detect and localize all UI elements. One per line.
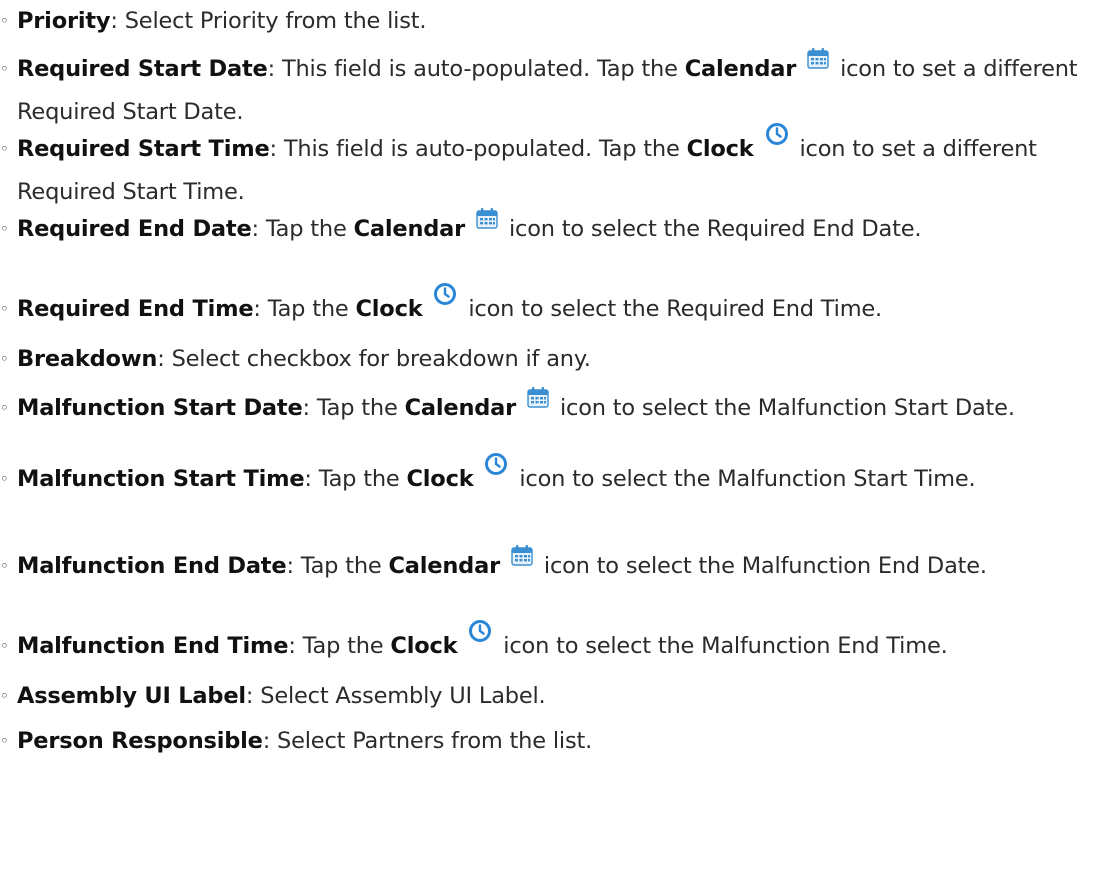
list-item: ◦ Malfunction Start Date: Tap the Calenda… xyxy=(0,387,1117,430)
list-item: ◦ Priority: Select Priority from the list… xyxy=(0,0,1117,43)
clock-icon xyxy=(765,118,789,145)
description-text: : Select Assembly UI Label. xyxy=(245,683,546,709)
list-item-text: Breakdown: Select checkbox for breakdown… xyxy=(0,338,1117,381)
control-name: Clock xyxy=(406,466,474,492)
list-item: ◦ Required End Date: Tap the Calendar ico… xyxy=(0,208,1117,251)
bullet-marker: ◦ xyxy=(0,399,9,417)
calendar-icon xyxy=(527,380,549,408)
field-term: Malfunction Start Time xyxy=(17,466,305,492)
description-text: : Tap the xyxy=(251,216,354,242)
control-name: Clock xyxy=(686,136,754,162)
bullet-marker: ◦ xyxy=(0,732,9,750)
description-text: : Tap the xyxy=(286,553,389,579)
field-term: Person Responsible xyxy=(17,728,263,754)
field-term: Malfunction End Date xyxy=(17,553,287,579)
bullet-marker: ◦ xyxy=(0,220,9,238)
field-term: Required Start Time xyxy=(17,136,270,162)
field-term: Malfunction End Time xyxy=(17,633,289,659)
description-text: : This field is auto-populated. Tap the xyxy=(269,136,687,162)
field-term: Required End Date xyxy=(17,216,252,242)
description-text: icon to select the Malfunction End Date. xyxy=(536,553,987,579)
list-item: ◦ Malfunction Start Time: Tap the Clock i… xyxy=(0,453,1117,501)
field-term: Malfunction Start Date xyxy=(17,395,303,421)
list-item-text: Assembly UI Label: Select Assembly UI La… xyxy=(0,675,1117,718)
list-item-text: Required End Date: Tap the Calendar icon… xyxy=(0,208,1117,251)
list-item-text: Required Start Time: This field is auto-… xyxy=(0,123,1117,214)
control-name: Calendar xyxy=(684,56,797,82)
bullet-marker: ◦ xyxy=(0,60,9,78)
field-term: Breakdown xyxy=(17,346,158,372)
field-term: Required End Time xyxy=(17,296,254,322)
clock-icon xyxy=(468,615,492,642)
clock-icon xyxy=(433,278,457,305)
control-name: Clock xyxy=(355,296,423,322)
list-item: ◦ Person Responsible: Select Partners fro… xyxy=(0,720,1117,763)
control-name: Calendar xyxy=(404,395,517,421)
bullet-marker: ◦ xyxy=(0,557,9,575)
list-item-text: Person Responsible: Select Partners from… xyxy=(0,720,1117,763)
control-name: Calendar xyxy=(388,553,501,579)
list-item-text: Malfunction End Time: Tap the Clock icon… xyxy=(0,620,1117,668)
field-term: Required Start Date xyxy=(17,56,268,82)
description-text: icon to select the Malfunction Start Tim… xyxy=(512,466,976,492)
bullet-marker: ◦ xyxy=(0,470,9,488)
list-item-text: Malfunction Start Date: Tap the Calendar… xyxy=(0,387,1117,430)
list-item: ◦ Malfunction End Time: Tap the Clock ico… xyxy=(0,620,1117,668)
description-text: icon to select the Required End Time. xyxy=(461,296,883,322)
list-item-text: Malfunction End Date: Tap the Calendar i… xyxy=(0,545,1117,588)
calendar-icon xyxy=(476,201,498,229)
list-item: ◦ Breakdown: Select checkbox for breakdow… xyxy=(0,338,1117,381)
description-text: icon to select the Required End Date. xyxy=(502,216,922,242)
description-text: icon to select the Malfunction Start Dat… xyxy=(553,395,1015,421)
list-item: ◦ Malfunction End Date: Tap the Calendar … xyxy=(0,545,1117,588)
bullet-marker: ◦ xyxy=(0,12,9,30)
list-item-text: Malfunction Start Time: Tap the Clock ic… xyxy=(0,453,1117,501)
list-item: ◦ Required Start Time: This field is auto… xyxy=(0,123,1117,214)
description-text: : Tap the xyxy=(288,633,391,659)
bullet-marker: ◦ xyxy=(0,687,9,705)
description-text: icon to select the Malfunction End Time. xyxy=(496,633,948,659)
list-item-text: Required Start Date: This field is auto-… xyxy=(0,48,1117,134)
description-text: : Select Priority from the list. xyxy=(110,8,427,34)
bullet-marker: ◦ xyxy=(0,637,9,655)
list-item: ◦ Assembly UI Label: Select Assembly UI L… xyxy=(0,675,1117,718)
list-item: ◦ Required Start Date: This field is auto… xyxy=(0,48,1117,134)
field-term: Priority xyxy=(17,8,111,34)
control-name: Clock xyxy=(390,633,458,659)
calendar-icon xyxy=(807,41,829,69)
description-text: : Select Partners from the list. xyxy=(262,728,593,754)
list-item: ◦ Required End Time: Tap the Clock icon t… xyxy=(0,283,1117,331)
description-text: : Tap the xyxy=(302,395,405,421)
field-term: Assembly UI Label xyxy=(17,683,246,709)
description-text: : Select checkbox for breakdown if any. xyxy=(157,346,591,372)
bullet-marker: ◦ xyxy=(0,300,9,318)
list-item-text: Required End Time: Tap the Clock icon to… xyxy=(0,283,1117,331)
description-text: : This field is auto-populated. Tap the xyxy=(267,56,685,82)
description-text: : Tap the xyxy=(253,296,356,322)
clock-icon xyxy=(484,448,508,475)
calendar-icon xyxy=(511,538,533,566)
bullet-marker: ◦ xyxy=(0,350,9,368)
description-text: : Tap the xyxy=(304,466,407,492)
control-name: Calendar xyxy=(353,216,466,242)
bullet-marker: ◦ xyxy=(0,140,9,158)
list-item-text: Priority: Select Priority from the list. xyxy=(0,0,1117,43)
